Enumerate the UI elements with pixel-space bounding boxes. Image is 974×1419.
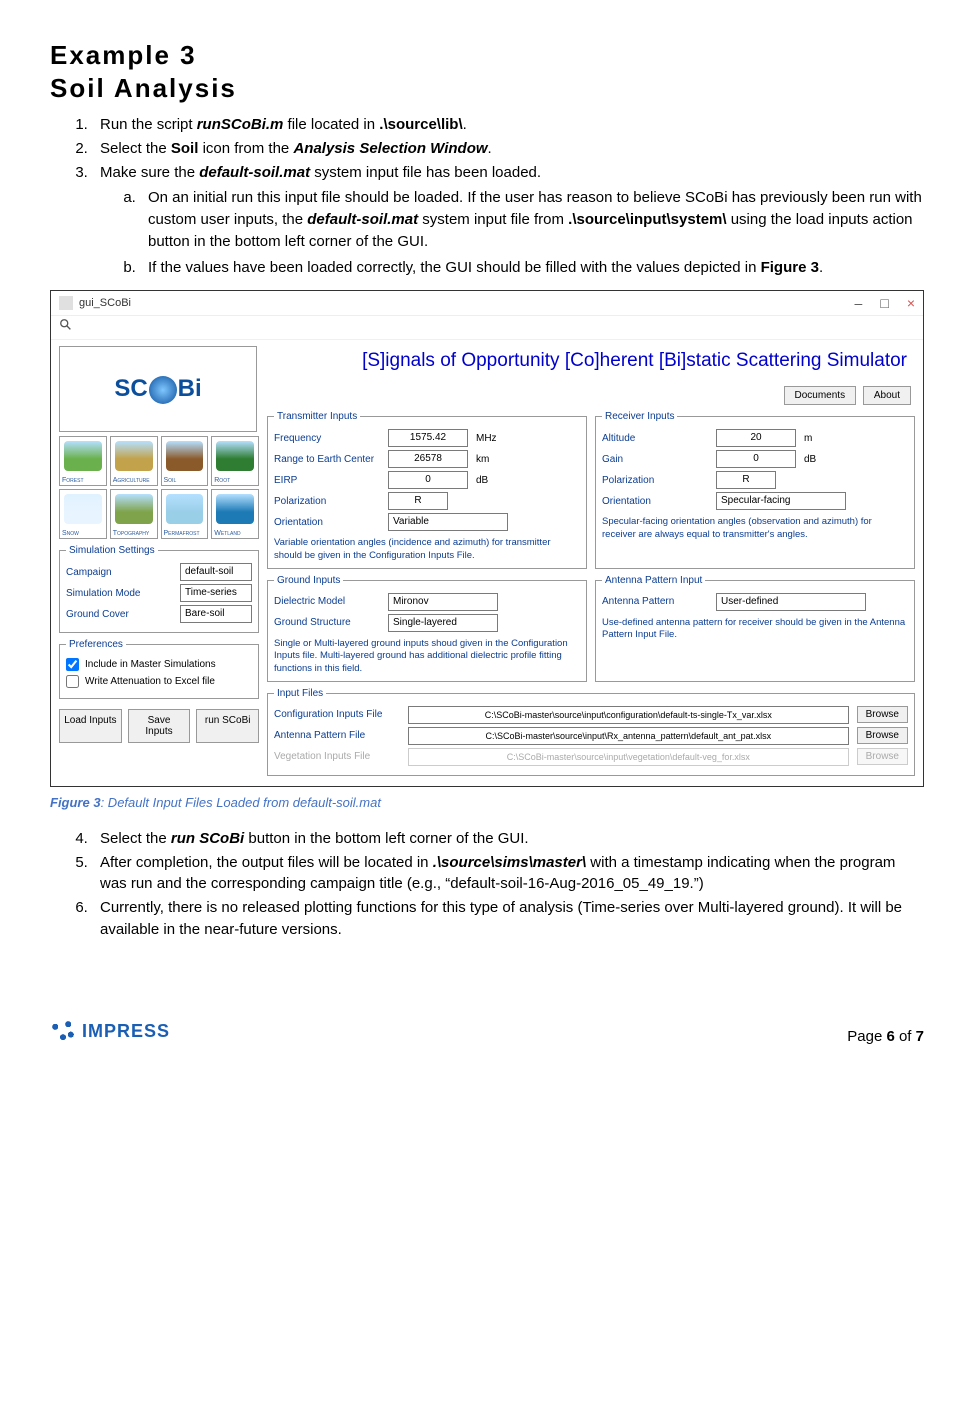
app-title: [S]ignals of Opportunity [Co]herent [Bi]… [267, 346, 915, 382]
transmitter-inputs: Transmitter Inputs Frequency1575.42MHz R… [267, 411, 587, 569]
window-titlebar: gui_SCoBi – □ × [51, 291, 923, 316]
altitude-input[interactable]: 20 [716, 429, 796, 447]
tx-polarization-select[interactable]: R [388, 492, 448, 510]
eirp-input[interactable]: 0 [388, 471, 468, 489]
figure-screenshot: gui_SCoBi – □ × SCBi Forest Agriculture … [50, 290, 924, 787]
about-button[interactable]: About [863, 386, 911, 405]
minimize-icon[interactable]: – [855, 295, 863, 311]
list-item: After completion, the output files will … [92, 852, 924, 896]
simulation-settings: Simulation Settings Campaigndefault-soil… [59, 545, 259, 633]
simulation-mode-select[interactable]: Time-series [180, 584, 252, 602]
browse-vegetation-button: Browse [857, 748, 908, 765]
analysis-grid: Forest Agriculture Soil Root Snow Topogr… [59, 436, 259, 539]
frequency-input[interactable]: 1575.42 [388, 429, 468, 447]
browse-antenna-button[interactable]: Browse [857, 727, 908, 744]
wetland-icon[interactable]: Wetland [211, 489, 259, 539]
list-item: Currently, there is no released plotting… [92, 897, 924, 941]
agriculture-icon[interactable]: Agriculture [110, 436, 158, 486]
page-footer: IMPRESS Page 6 of 7 [50, 1011, 924, 1045]
documents-button[interactable]: Documents [784, 386, 857, 405]
rx-orientation-select[interactable]: Specular-facing [716, 492, 846, 510]
forest-icon[interactable]: Forest [59, 436, 107, 486]
config-file-input[interactable]: C:\SCoBi-master\source\input\configurati… [408, 706, 849, 724]
globe-icon [149, 376, 177, 404]
tx-note: Variable orientation angles (incidence a… [274, 537, 580, 562]
list-item: On an initial run this input file should… [140, 187, 924, 252]
antenna-pattern-input: Antenna Pattern Input Antenna PatternUse… [595, 575, 915, 682]
list-item: Run the script runSCoBi.m file located i… [92, 114, 924, 136]
save-inputs-button[interactable]: Save Inputs [128, 709, 191, 743]
load-inputs-button[interactable]: Load Inputs [59, 709, 122, 743]
gnd-note: Single or Multi-layered ground inputs sh… [274, 638, 580, 675]
ground-cover-select[interactable]: Bare-soil [180, 605, 252, 623]
figure-caption: Figure 3: Default Input Files Loaded fro… [50, 795, 924, 810]
maximize-icon[interactable]: □ [880, 295, 888, 311]
app-icon [59, 296, 73, 310]
gain-input[interactable]: 0 [716, 450, 796, 468]
list-item: Make sure the default-soil.mat system in… [92, 162, 924, 279]
ant-note: Use-defined antenna pattern for receiver… [602, 617, 908, 642]
run-scobi-button[interactable]: run SCoBi [196, 709, 259, 743]
impress-logo-icon [50, 1019, 76, 1045]
include-master-checkbox[interactable] [66, 658, 79, 671]
rx-polarization-select[interactable]: R [716, 471, 776, 489]
subheading: Soil Analysis [50, 73, 924, 104]
rx-note: Specular-facing orientation angles (obse… [602, 516, 908, 541]
soil-icon[interactable]: Soil [161, 436, 209, 486]
browse-config-button[interactable]: Browse [857, 706, 908, 723]
list-item: Select the Soil icon from the Analysis S… [92, 138, 924, 160]
zoom-icon[interactable] [59, 318, 73, 332]
root-icon[interactable]: Root [211, 436, 259, 486]
antenna-file-input[interactable]: C:\SCoBi-master\source\input\Rx_antenna_… [408, 727, 849, 745]
write-attenuation-checkbox[interactable] [66, 675, 79, 688]
instruction-list: Run the script runSCoBi.m file located i… [50, 114, 924, 278]
dielectric-select[interactable]: Mironov [388, 593, 498, 611]
campaign-input[interactable]: default-soil [180, 563, 252, 581]
tx-orientation-select[interactable]: Variable [388, 513, 508, 531]
list-item: If the values have been loaded correctly… [140, 257, 924, 279]
close-icon[interactable]: × [907, 295, 915, 311]
antenna-pattern-select[interactable]: User-defined [716, 593, 866, 611]
ground-inputs: Ground Inputs Dielectric ModelMironov Gr… [267, 575, 587, 682]
range-input[interactable]: 26578 [388, 450, 468, 468]
ground-structure-select[interactable]: Single-layered [388, 614, 498, 632]
scobi-logo: SCBi [59, 346, 257, 432]
impress-logo: IMPRESS [50, 1019, 170, 1045]
page-number: Page 6 of 7 [847, 1028, 924, 1045]
list-item: Select the run SCoBi button in the botto… [92, 828, 924, 850]
example-heading: Example 3 [50, 40, 924, 71]
permafrost-icon[interactable]: Permafrost [161, 489, 209, 539]
window-title: gui_SCoBi [79, 297, 855, 309]
instruction-list-continued: Select the run SCoBi button in the botto… [50, 828, 924, 941]
input-files: Input Files Configuration Inputs FileC:\… [267, 688, 915, 776]
preferences: Preferences Include in Master Simulation… [59, 639, 259, 699]
topography-icon[interactable]: Topography [110, 489, 158, 539]
toolbar [51, 316, 923, 340]
snow-icon[interactable]: Snow [59, 489, 107, 539]
vegetation-file-input: C:\SCoBi-master\source\input\vegetation\… [408, 748, 849, 766]
receiver-inputs: Receiver Inputs Altitude20m Gain0dB Pola… [595, 411, 915, 569]
